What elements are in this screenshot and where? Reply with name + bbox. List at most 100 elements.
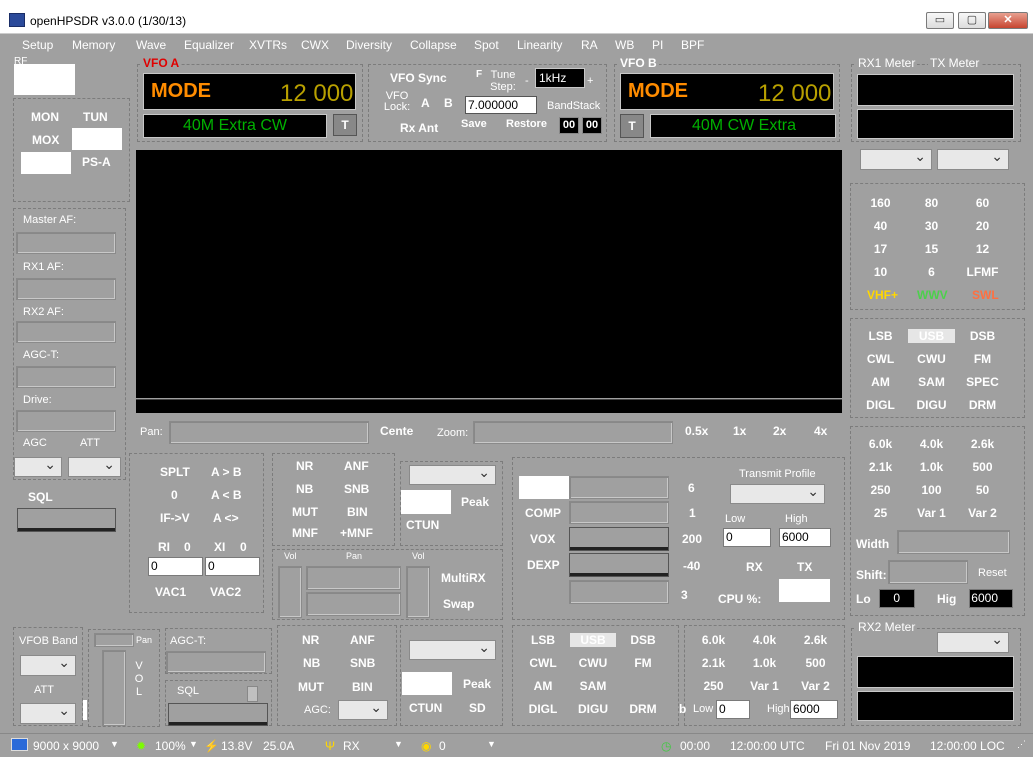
rx2-mode-digl[interactable]: DIGL [520, 702, 566, 716]
mnf-button[interactable]: MNF [292, 526, 318, 540]
agc-dropdown[interactable] [14, 456, 62, 477]
rx2-filter-var-1[interactable]: Var 1 [741, 679, 788, 693]
band-6[interactable]: 6 [908, 265, 955, 279]
dexp-slider[interactable] [569, 553, 669, 577]
filter-6-0k[interactable]: 6.0k [857, 437, 904, 451]
menu-equalizer[interactable]: Equalizer [184, 38, 234, 52]
filter-4-0k[interactable]: 4.0k [908, 437, 955, 451]
menu-spot[interactable]: Spot [474, 38, 499, 52]
mode-sam[interactable]: SAM [908, 375, 955, 389]
rx2-mut-button[interactable]: MUT [298, 680, 324, 694]
transmit-profile-dropdown[interactable] [730, 483, 825, 504]
rx2-mode-sam[interactable]: SAM [570, 679, 616, 693]
rx2-display-dropdown[interactable] [409, 639, 496, 660]
lock-b-button[interactable]: B [444, 96, 453, 110]
master-af-slider[interactable] [16, 232, 116, 254]
mixer-pan-slider-1[interactable] [306, 566, 401, 590]
vfo-sync-button[interactable]: VFO Sync [390, 71, 447, 85]
agc-t-slider[interactable] [16, 366, 116, 388]
mut-button[interactable]: MUT [292, 505, 318, 519]
peak-button[interactable]: Peak [461, 495, 489, 509]
rx2-bin-button[interactable]: BIN [352, 680, 373, 694]
tune-step-value[interactable]: 1kHz [535, 68, 585, 88]
mode-cwu[interactable]: CWU [908, 352, 955, 366]
mode-drm[interactable]: DRM [959, 398, 1006, 412]
waterfall-strip[interactable] [136, 399, 842, 413]
tune-step-plus[interactable]: + [587, 75, 593, 87]
mode-digl[interactable]: DIGL [857, 398, 904, 412]
mode-digu[interactable]: DIGU [908, 398, 955, 412]
rx2-mode-fm[interactable]: FM [620, 656, 666, 670]
b-to-a-button[interactable]: A < B [211, 488, 242, 502]
lock-a-button[interactable]: A [421, 96, 430, 110]
vfoa-t-button[interactable]: T [333, 114, 357, 136]
band-60[interactable]: 60 [959, 196, 1006, 210]
rx2-filter-6-0k[interactable]: 6.0k [690, 633, 737, 647]
minimize-button[interactable]: ▭ [926, 12, 954, 29]
band-10[interactable]: 10 [857, 265, 904, 279]
nb-button[interactable]: NB [296, 482, 313, 496]
rx2-att-dropdown[interactable] [20, 702, 76, 724]
vox-button[interactable]: VOX [530, 532, 555, 546]
rx2-mode-lsb[interactable]: LSB [520, 633, 566, 647]
status-resolution[interactable]: 9000 x 9000 [33, 739, 99, 753]
band-80[interactable]: 80 [908, 196, 955, 210]
ri-input[interactable]: 0 [148, 557, 203, 576]
vfob-band-dropdown[interactable] [20, 654, 76, 676]
rx2-high-input[interactable]: 6000 [790, 700, 838, 719]
mixer-pan-slider-2[interactable] [306, 592, 401, 616]
rx2-vol-slider[interactable] [102, 650, 126, 726]
rx2-filter-4-0k[interactable]: 4.0k [741, 633, 788, 647]
rx2-sql-checkbox[interactable] [247, 686, 258, 702]
tun-button[interactable]: TUN [83, 110, 108, 124]
mode-spec[interactable]: SPEC [959, 375, 1006, 389]
menu-xvtrs[interactable]: XVTRs [249, 38, 287, 52]
psa-button[interactable]: PS-A [82, 155, 111, 169]
menu-pi[interactable]: PI [652, 38, 663, 52]
restore-button[interactable]: Restore [506, 118, 547, 130]
frequency-input[interactable]: 7.000000 [465, 96, 537, 114]
multirx-button[interactable]: MultiRX [441, 571, 486, 585]
band-vhf[interactable]: VHF+ [867, 288, 898, 302]
rx2-mode-digu[interactable]: DIGU [570, 702, 616, 716]
filter-25[interactable]: 25 [857, 506, 904, 520]
rx2-filter-1-0k[interactable]: 1.0k [741, 656, 788, 670]
vfob-frequency[interactable]: 12 000 [758, 80, 831, 108]
menu-memory[interactable]: Memory [72, 38, 115, 52]
tx-level-slider[interactable] [569, 580, 669, 604]
split-button[interactable]: SPLT [160, 465, 190, 479]
tx-low-input[interactable]: 0 [723, 528, 771, 547]
zoom-slider[interactable] [473, 421, 673, 444]
band-lfmf[interactable]: LFMF [959, 265, 1006, 279]
zoom-1x[interactable]: 1x [733, 424, 746, 438]
tx-meter-dropdown[interactable] [937, 148, 1009, 170]
mon-button[interactable]: MON [31, 110, 59, 124]
mode-cwl[interactable]: CWL [857, 352, 904, 366]
rx-count-dropdown-icon[interactable]: ▼ [487, 739, 496, 749]
menu-wave[interactable]: Wave [136, 38, 166, 52]
rx2-snb-button[interactable]: SNB [350, 656, 375, 670]
menu-diversity[interactable]: Diversity [346, 38, 392, 52]
tx-high-input[interactable]: 6000 [779, 528, 831, 547]
filter-1-0k[interactable]: 1.0k [908, 460, 955, 474]
menu-linearity[interactable]: Linearity [517, 38, 562, 52]
percent-dropdown-icon[interactable]: ▼ [189, 739, 198, 749]
rx-dropdown-icon[interactable]: ▼ [394, 739, 403, 749]
band-30[interactable]: 30 [908, 219, 955, 233]
mode-usb[interactable]: USB [908, 329, 955, 343]
rx2-nb-button[interactable]: NB [303, 656, 320, 670]
filter-var-2[interactable]: Var 2 [959, 506, 1006, 520]
tune-step-minus[interactable]: - [525, 75, 529, 87]
comp-slider[interactable] [569, 501, 669, 524]
ri-button[interactable]: RI [158, 540, 170, 554]
band-40[interactable]: 40 [857, 219, 904, 233]
width-slider[interactable] [897, 530, 1010, 554]
filter-var-1[interactable]: Var 1 [908, 506, 955, 520]
menu-setup[interactable]: Setup [22, 38, 53, 52]
mic-slider[interactable] [569, 476, 669, 499]
rx2-ctun-button[interactable]: CTUN [409, 701, 442, 715]
hig-input[interactable]: 6000 [969, 589, 1013, 608]
reset-button[interactable]: Reset [978, 567, 1007, 579]
anf-button[interactable]: ANF [344, 459, 369, 473]
pan-slider[interactable] [169, 421, 369, 444]
